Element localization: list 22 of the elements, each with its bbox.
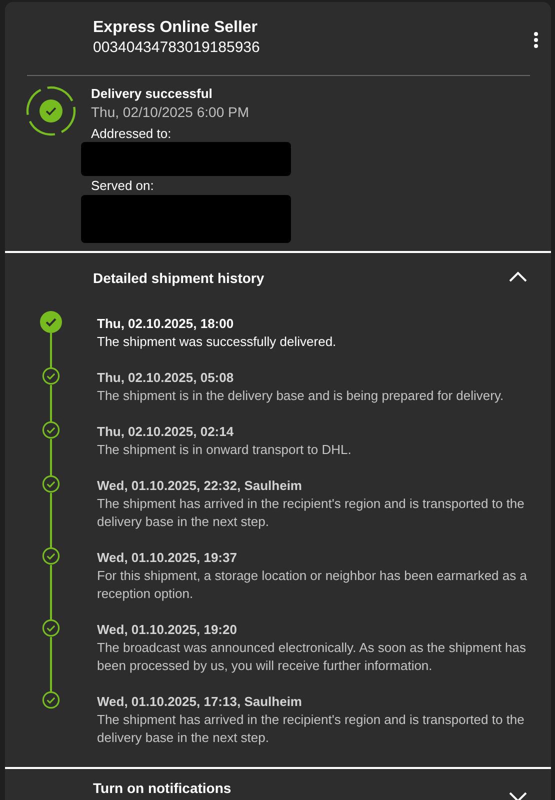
event-date: Wed, 01.10.2025, 19:37 — [97, 549, 238, 567]
event-description: The shipment has arrived in the recipient's region and is transported to the delivery base in the next step. — [97, 711, 526, 747]
event-date: Wed, 01.10.2025, 17:13, Saulheim — [97, 693, 303, 711]
event-date: Thu, 02.10.2025, 18:00 — [97, 315, 235, 333]
event-description: The shipment is in the delivery base and is being prepared for delivery. — [97, 387, 505, 405]
event-date: Thu, 02.10.2025, 05:08 — [97, 369, 235, 387]
field-label: Addressed to: — [91, 126, 172, 141]
event-description: For this shipment, a storage location or neighbor has been earmarked as a reception option. — [97, 567, 527, 603]
event-description: The shipment has arrived in the recipient's region and is transported to the delivery base in the next step. — [97, 495, 526, 531]
status-title: Delivery successful — [91, 86, 214, 102]
status-date: Thu, 02/10/2025 6:00 PM — [91, 103, 250, 122]
event-date: Wed, 01.10.2025, 19:20 — [97, 621, 238, 639]
event-description: The broadcast was announced electronically. As soon as the shipment has been processed by us, you will receive further information. — [97, 639, 527, 675]
field-label: Served on: — [91, 178, 155, 193]
event-date: Thu, 02.10.2025, 02:14 — [97, 423, 235, 441]
event-date: Wed, 01.10.2025, 22:32, Saulheim — [97, 477, 303, 495]
section-title: Detailed shipment history — [93, 270, 266, 286]
event-description: The shipment was successfully delivered. — [97, 333, 338, 351]
sender-name: Express Online Seller — [93, 18, 259, 38]
section-title: Turn on notifications — [93, 780, 232, 796]
tracking-number: 00340434783019185936 — [93, 38, 261, 58]
event-description: The shipment is in onward transport to DHL. — [97, 441, 352, 459]
